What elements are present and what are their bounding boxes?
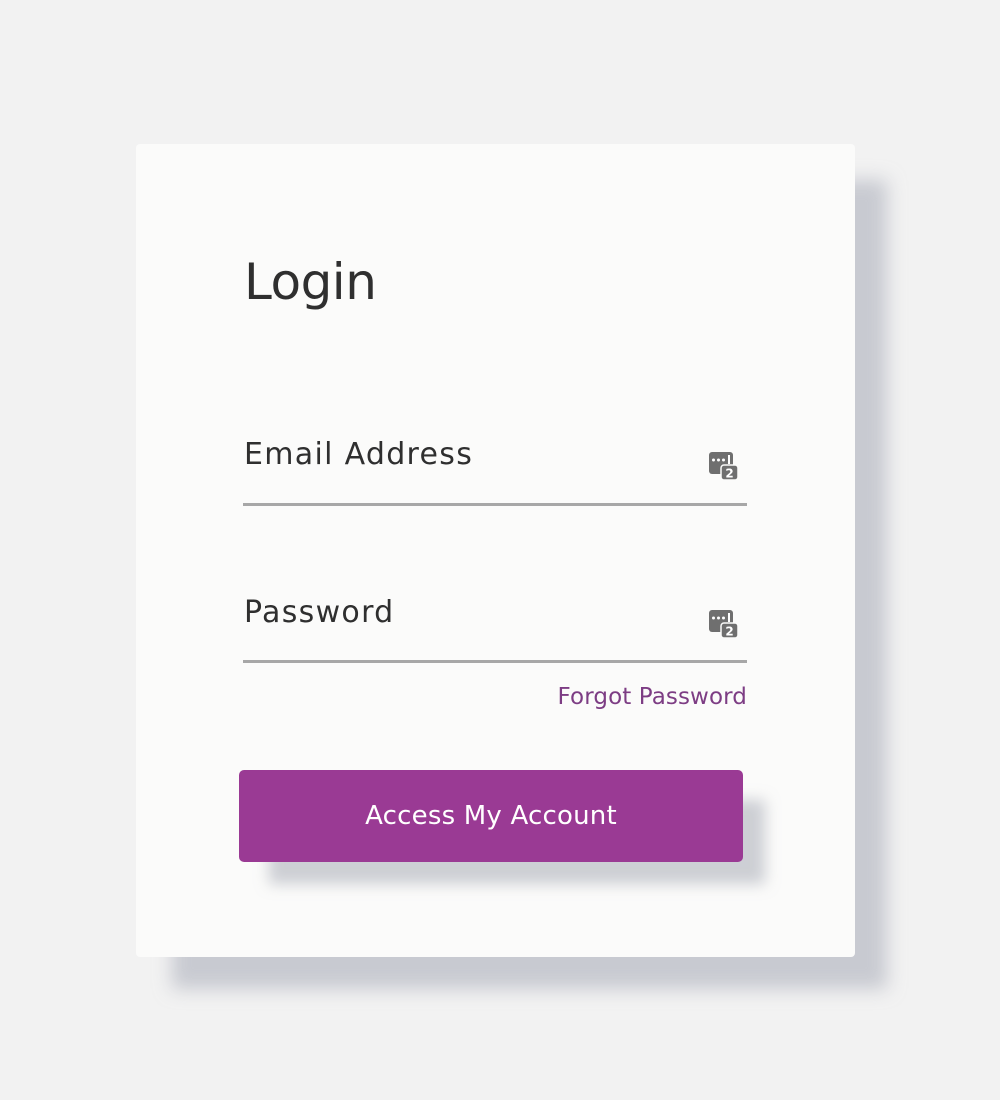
- password-field[interactable]: [244, 592, 684, 632]
- password-manager-icon[interactable]: 2: [709, 452, 739, 482]
- svg-text:2: 2: [725, 625, 733, 639]
- access-account-button[interactable]: Access My Account: [239, 770, 743, 862]
- login-card: Login 2 2: [136, 144, 855, 957]
- forgot-password-link[interactable]: Forgot Password: [558, 684, 747, 710]
- password-field-container: 2: [243, 592, 747, 663]
- email-field-container: 2: [243, 434, 747, 506]
- svg-text:2: 2: [725, 467, 733, 481]
- password-manager-icon[interactable]: 2: [709, 610, 739, 640]
- email-field[interactable]: [244, 434, 684, 474]
- login-title: Login: [244, 253, 377, 311]
